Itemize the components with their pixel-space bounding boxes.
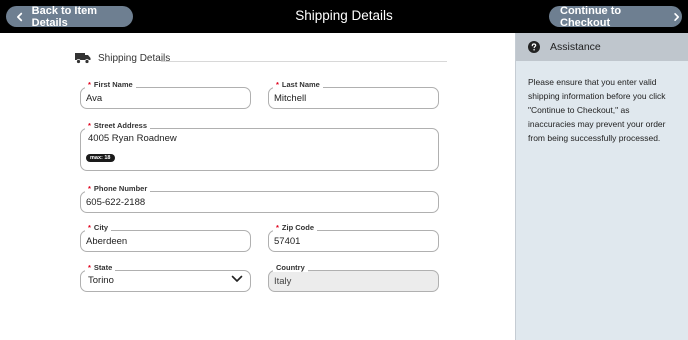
last-name-field: * Last Name Mitchell: [268, 80, 439, 109]
city-label: * City: [85, 223, 112, 232]
section-divider: [161, 61, 447, 62]
required-marker: *: [88, 80, 91, 89]
zip-code-value: 57401: [274, 236, 301, 247]
street-address-value: 4005 Ryan Roadnew: [88, 133, 177, 144]
zip-code-label: * Zip Code: [273, 223, 318, 232]
assistance-title: Assistance: [550, 41, 601, 53]
phone-number-value: 605-622-2188: [86, 197, 146, 208]
question-circle-icon: [528, 41, 540, 53]
country-input: [268, 270, 439, 292]
first-name-input[interactable]: [80, 87, 251, 109]
state-label: * State: [85, 263, 116, 272]
city-value: Aberdeen: [86, 236, 128, 247]
section-title: Shipping Details: [98, 52, 171, 64]
country-value: Italy: [274, 276, 292, 287]
assistance-header: Assistance: [516, 33, 688, 61]
continue-button-label: Continue to Checkout: [560, 4, 622, 29]
phone-number-label: * Phone Number: [85, 184, 151, 193]
street-address-label: * Street Address: [85, 121, 150, 130]
required-marker: *: [88, 263, 91, 272]
country-field: Country Italy: [268, 263, 439, 292]
assistance-panel: Assistance Please ensure that you enter …: [515, 33, 688, 340]
street-address-field: * Street Address 4005 Ryan Roadnew: [80, 121, 439, 171]
state-field[interactable]: * State Torino: [80, 263, 251, 292]
first-name-field: * First Name Ava: [80, 80, 251, 109]
required-marker: *: [88, 223, 91, 232]
max-length-badge: max: 18: [86, 154, 115, 162]
top-bar: Back to Item Details Shipping Details Co…: [0, 0, 688, 33]
required-marker: *: [276, 223, 279, 232]
chevron-right-icon: [674, 12, 680, 21]
chevron-down-icon[interactable]: [231, 275, 243, 283]
zip-code-field: * Zip Code 57401: [268, 223, 439, 252]
section-header: Shipping Details: [75, 52, 170, 64]
first-name-label: * First Name: [85, 80, 136, 89]
truck-icon: [75, 53, 91, 64]
continue-to-checkout-button[interactable]: Continue to Checkout: [549, 4, 682, 29]
city-field: * City Aberdeen: [80, 223, 251, 252]
first-name-value: Ava: [86, 93, 103, 104]
phone-number-field: * Phone Number 605-622-2188: [80, 184, 439, 213]
country-label: Country: [273, 263, 308, 272]
required-marker: *: [276, 80, 279, 89]
required-marker: *: [88, 184, 91, 193]
last-name-value: Mitchell: [274, 93, 307, 104]
required-marker: *: [88, 121, 91, 130]
last-name-label: * Last Name: [273, 80, 323, 89]
assistance-text: Please ensure that you enter valid shipp…: [528, 77, 666, 143]
state-value: Torino: [88, 275, 114, 286]
